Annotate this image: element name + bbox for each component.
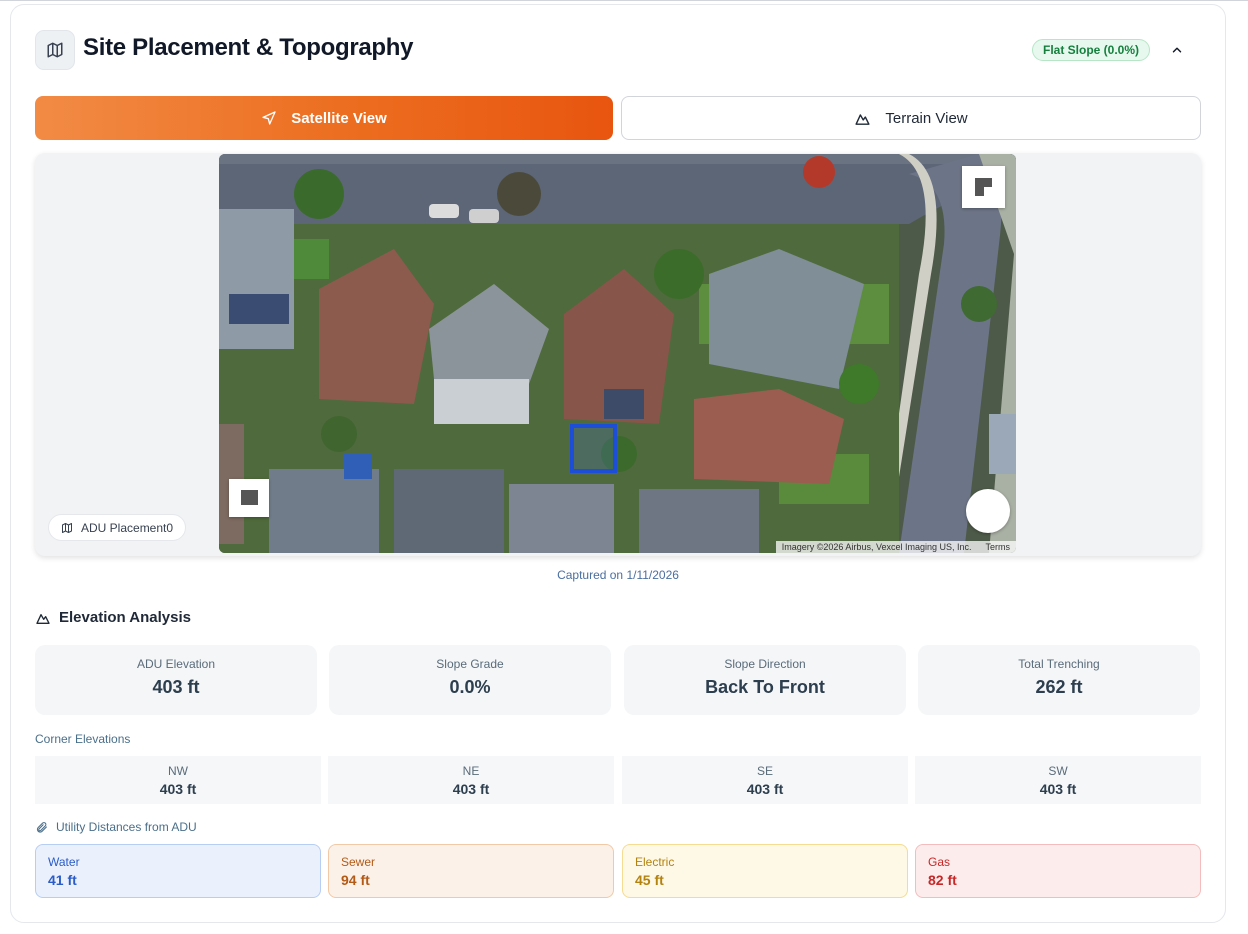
utility-label: Electric (635, 855, 675, 869)
square-icon (241, 490, 258, 505)
tab-satellite-view[interactable]: Satellite View (35, 96, 613, 140)
elevation-heading-text: Elevation Analysis (59, 609, 191, 626)
chevron-up-icon (1172, 47, 1182, 53)
stat-value: 262 ft (1035, 677, 1083, 697)
utility-gas: Gas 82 ft (915, 844, 1201, 898)
utility-label: Sewer (341, 855, 376, 869)
map-icon (62, 522, 72, 533)
fullscreen-button[interactable] (229, 479, 269, 517)
map-type-toggle-button[interactable] (962, 166, 1005, 208)
mountain-icon (855, 113, 870, 125)
utility-value: 82 ft (928, 872, 957, 888)
corner-value: 403 ft (452, 781, 490, 797)
corner-label: NW (168, 764, 188, 778)
stat-value: 0.0% (449, 677, 491, 697)
stat-slope-grade: Slope Grade 0.0% (329, 645, 611, 715)
utility-label: Gas (928, 855, 951, 869)
utility-distances-heading: Utility Distances from ADU (35, 820, 197, 834)
stat-total-trenching: Total Trenching 262 ft (918, 645, 1200, 715)
tab-terrain-view[interactable]: Terrain View (621, 96, 1201, 140)
corner-heading-text: Corner Elevations (35, 732, 131, 746)
slope-status-badge: Flat Slope (0.0%) (1032, 39, 1151, 61)
corner-sw: SW 403 ft (915, 756, 1201, 804)
tab-satellite-label: Satellite View (291, 109, 387, 127)
window-top-border (0, 0, 1248, 1)
collapse-button[interactable] (1165, 38, 1189, 62)
adu-placement-chip[interactable]: ADU Placement0 (48, 514, 187, 541)
adu-chip-label: ADU Placement0 (81, 520, 174, 535)
satellite-imagery (219, 154, 1016, 553)
corner-nw: NW 403 ft (35, 756, 321, 804)
utility-electric: Electric 45 ft (622, 844, 908, 898)
tab-terrain-label: Terrain View (885, 109, 968, 127)
elevation-analysis-heading: Elevation Analysis (35, 609, 191, 626)
corner-elevations-heading: Corner Elevations (35, 732, 130, 746)
corner-label: SE (756, 764, 773, 778)
mountain-icon (36, 613, 50, 624)
corner-ne: NE 403 ft (328, 756, 614, 804)
map-layer-icon (975, 178, 992, 196)
terms-link[interactable]: Terms (986, 541, 1011, 553)
map-attribution: Imagery ©2026 Airbus, Vexcel Imaging US,… (775, 541, 1016, 553)
corner-label: NE (462, 764, 480, 778)
utility-value: 41 ft (48, 872, 77, 888)
corner-value: 403 ft (159, 781, 197, 797)
stat-value: 403 ft (152, 677, 200, 697)
stat-label: Slope Grade (436, 657, 504, 671)
utility-heading-text: Utility Distances from ADU (56, 820, 197, 834)
satellite-map[interactable]: Imagery ©2026 Airbus, Vexcel Imaging US,… (219, 154, 1016, 553)
stat-label: Total Trenching (1018, 657, 1100, 671)
corner-label: SW (1048, 764, 1068, 778)
map-container: Imagery ©2026 Airbus, Vexcel Imaging US,… (35, 153, 1201, 556)
street-view-button[interactable] (966, 489, 1010, 533)
corner-value: 403 ft (746, 781, 784, 797)
paperclip-icon (36, 821, 47, 833)
stat-label: Slope Direction (724, 657, 806, 671)
utility-value: 94 ft (341, 872, 370, 888)
captured-date: Captured on 1/11/2026 (557, 568, 679, 582)
utility-value: 45 ft (635, 872, 664, 888)
page-title: Site Placement & Topography (83, 34, 414, 61)
map-icon (35, 30, 75, 70)
utility-sewer: Sewer 94 ft (328, 844, 614, 898)
corner-value: 403 ft (1039, 781, 1077, 797)
utility-label: Water (48, 855, 80, 869)
navigation-arrow-icon (262, 111, 276, 125)
stat-label: ADU Elevation (136, 657, 216, 671)
stat-value: Back To Front (705, 677, 825, 697)
stat-slope-direction: Slope Direction Back To Front (624, 645, 906, 715)
attribution-text: Imagery ©2026 Airbus, Vexcel Imaging US,… (781, 542, 972, 552)
corner-se: SE 403 ft (622, 756, 908, 804)
utility-water: Water 41 ft (35, 844, 321, 898)
stat-adu-elevation: ADU Elevation 403 ft (35, 645, 317, 715)
